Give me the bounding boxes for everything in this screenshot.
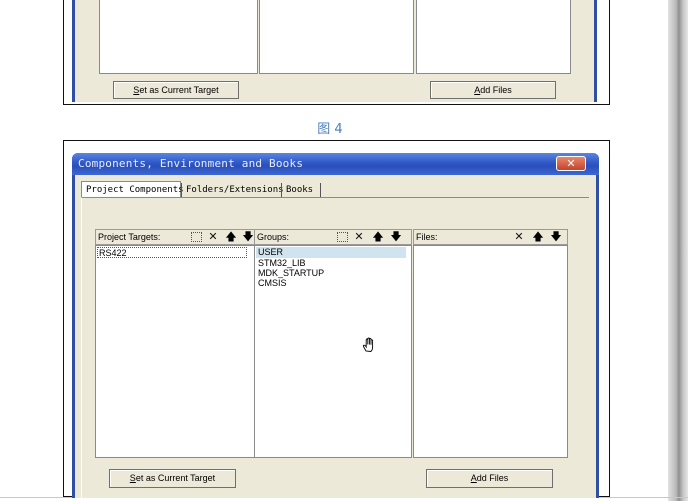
targets-header-label: Project Targets: [98, 232, 161, 242]
tab-separator [181, 183, 182, 197]
delete-group-icon[interactable]: ✕ [352, 230, 366, 243]
list-item[interactable]: CMSIS [256, 278, 287, 288]
top-targets-pane [99, 0, 258, 74]
list-item[interactable]: USER [256, 247, 406, 258]
top-window-right-border [594, 0, 597, 102]
tab-project-components[interactable]: Project Components [81, 181, 184, 197]
move-up-group-icon[interactable]: 🡅 [371, 230, 385, 243]
tab-separator [320, 183, 321, 197]
top-set-target-button[interactable]: Set as Current Target [113, 81, 239, 99]
files-list[interactable] [413, 245, 568, 458]
list-item[interactable]: RS422 [97, 247, 247, 258]
files-header: Files: ✕ 🡅 🡇 [413, 229, 568, 245]
figure-caption: 图 4 [317, 122, 343, 137]
tab-project-components-label: Project Components [86, 185, 184, 195]
files-header-label: Files: [416, 232, 438, 242]
tab-separator [281, 183, 282, 197]
close-icon: ✕ [566, 157, 576, 170]
page-edge-shadow [668, 0, 688, 501]
move-down-file-icon[interactable]: 🡇 [549, 230, 563, 243]
move-up-file-icon[interactable]: 🡅 [531, 230, 545, 243]
targets-list[interactable]: RS422 [95, 245, 258, 458]
dialog-title: Components, Environment and Books [78, 157, 304, 170]
tab-page: Project Targets: ✕ 🡅 🡇 RS422 Groups: ✕ 🡅… [81, 197, 589, 498]
close-button[interactable]: ✕ [556, 156, 586, 171]
new-target-icon[interactable] [191, 232, 202, 242]
top-add-files-button[interactable]: Add Files [430, 81, 556, 99]
tab-books-label: Books [286, 185, 314, 195]
groups-header-label: Groups: [257, 232, 290, 242]
top-files-pane [416, 0, 571, 74]
move-down-target-icon[interactable]: 🡇 [241, 230, 255, 243]
list-item[interactable]: STM32_LIB [256, 258, 306, 268]
set-as-current-target-button[interactable]: Set as Current Target [109, 469, 236, 488]
figure-frame: Components, Environment and Books ✕ Proj… [63, 140, 610, 498]
move-down-group-icon[interactable]: 🡇 [389, 230, 403, 243]
dialog-titlebar: Components, Environment and Books ✕ [72, 153, 599, 175]
tab-books[interactable]: Books [284, 183, 320, 197]
top-window-client: Set as Current Target Add Files [75, 0, 594, 102]
new-group-icon[interactable] [337, 232, 348, 242]
top-groups-pane [259, 0, 414, 74]
delete-file-icon[interactable]: ✕ [512, 230, 526, 243]
tab-folders-extensions-label: Folders/Extensions [186, 185, 284, 195]
groups-list[interactable]: USER STM32_LIB MDK_STARTUP CMSIS [254, 245, 412, 458]
dialog-window: Components, Environment and Books ✕ Proj… [72, 153, 599, 498]
move-up-target-icon[interactable]: 🡅 [224, 230, 238, 243]
hand-cursor-icon [362, 337, 374, 352]
dialog-client: Project Components Folders/Extensions Bo… [75, 175, 596, 498]
delete-target-icon[interactable]: ✕ [206, 230, 220, 243]
top-figure-frame: Set as Current Target Add Files [63, 0, 610, 105]
groups-header: Groups: ✕ 🡅 🡇 [254, 229, 412, 245]
add-files-button[interactable]: Add Files [426, 469, 553, 488]
targets-header: Project Targets: ✕ 🡅 🡇 [95, 229, 258, 245]
list-item[interactable]: MDK_STARTUP [256, 268, 324, 278]
tab-folders-extensions[interactable]: Folders/Extensions [183, 183, 284, 197]
